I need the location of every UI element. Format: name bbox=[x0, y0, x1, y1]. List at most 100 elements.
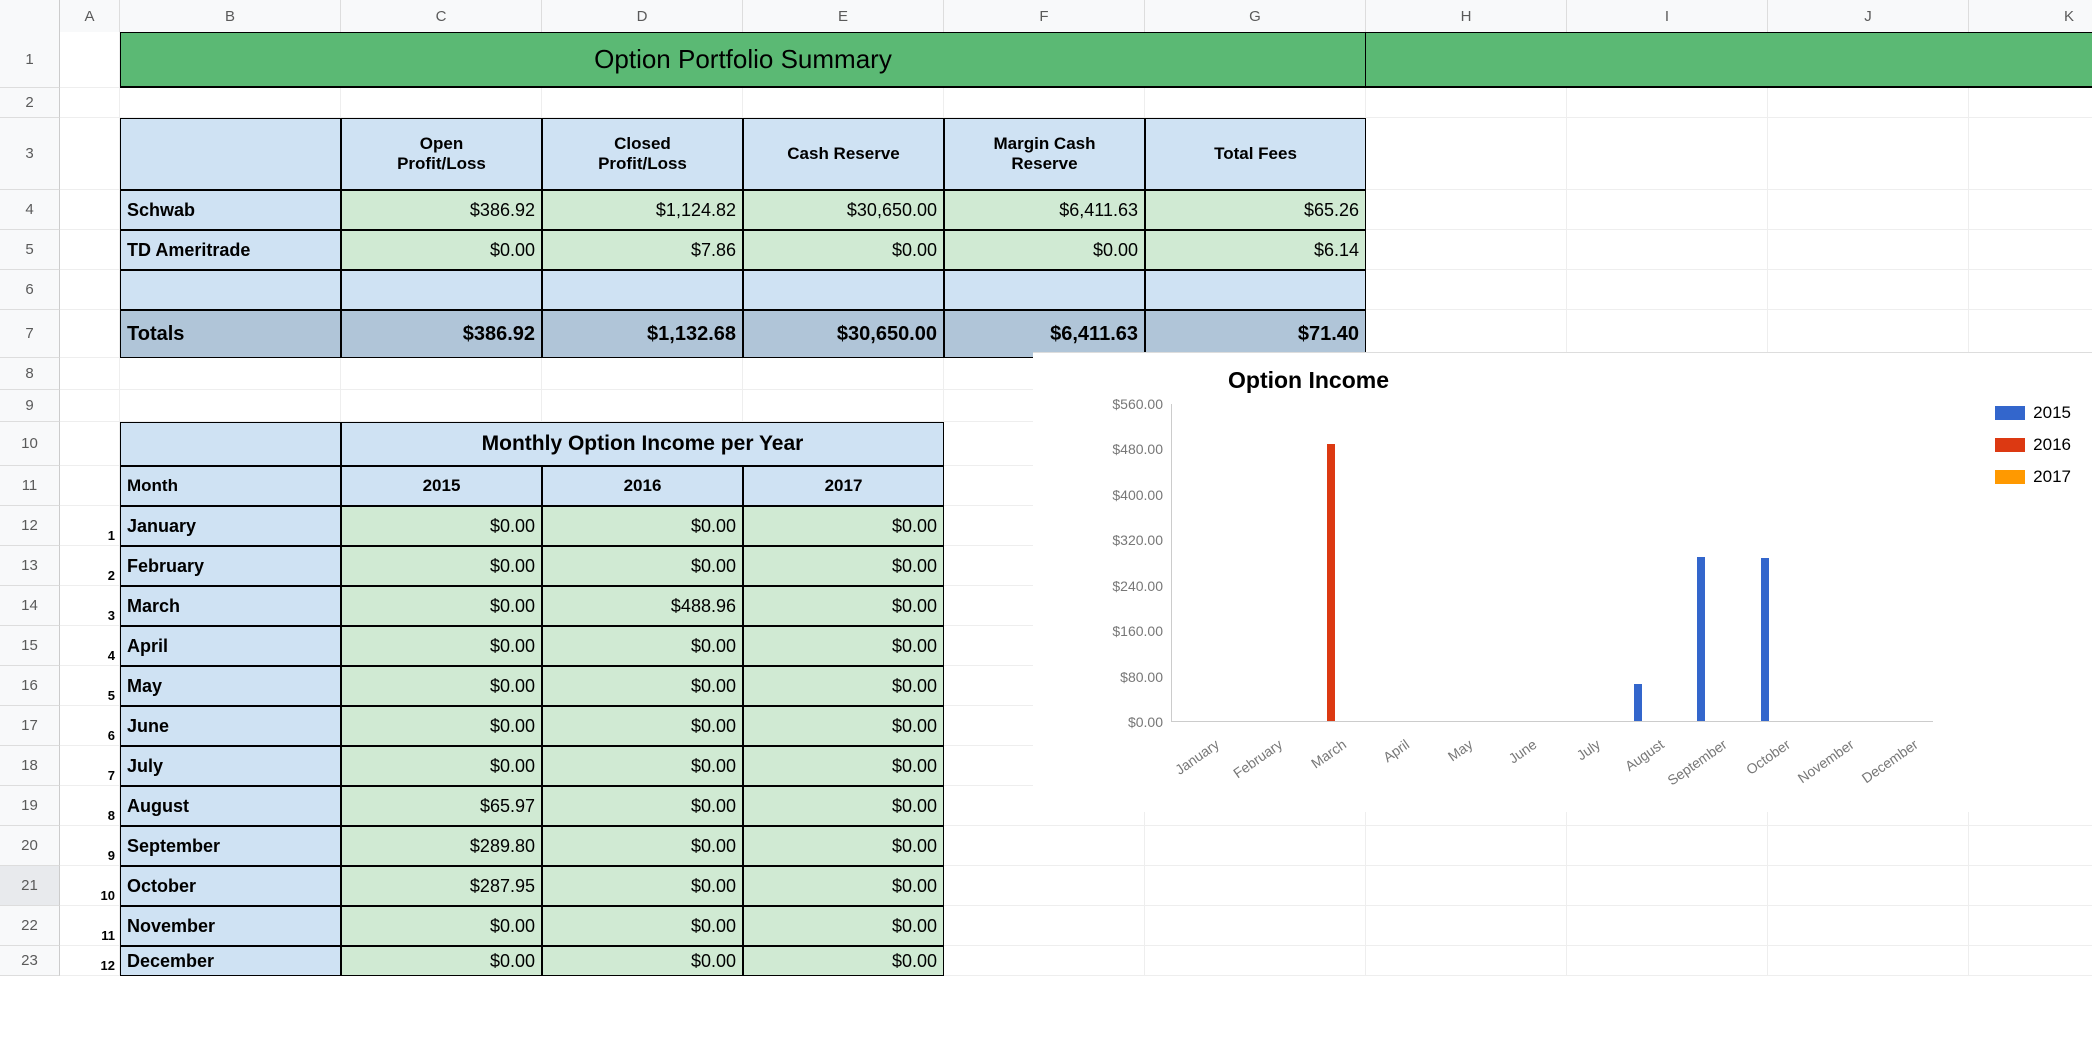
cell-C12[interactable]: $0.00 bbox=[341, 506, 542, 546]
cell-H2[interactable] bbox=[1366, 88, 1567, 118]
cell-H21[interactable] bbox=[1366, 866, 1567, 906]
cell-E19[interactable]: $0.00 bbox=[743, 786, 944, 826]
cell-B9[interactable] bbox=[120, 390, 341, 422]
cell-C10[interactable]: Monthly Option Income per Year bbox=[341, 422, 944, 466]
cell-G7[interactable]: $71.40 bbox=[1145, 310, 1366, 358]
cell-G20[interactable] bbox=[1145, 826, 1366, 866]
cell-B5[interactable]: TD Ameritrade bbox=[120, 230, 341, 270]
cell-G3[interactable]: Total Fees bbox=[1145, 118, 1366, 190]
row-header-20[interactable]: 20 bbox=[0, 826, 60, 866]
cell-D22[interactable]: $0.00 bbox=[542, 906, 743, 946]
row-header-14[interactable]: 14 bbox=[0, 586, 60, 626]
cell-J7[interactable] bbox=[1768, 310, 1969, 358]
cell-B23[interactable]: December bbox=[120, 946, 341, 976]
row-header-18[interactable]: 18 bbox=[0, 746, 60, 786]
cell-G21[interactable] bbox=[1145, 866, 1366, 906]
row-header-1[interactable]: 1 bbox=[0, 32, 60, 88]
row-header-7[interactable]: 7 bbox=[0, 310, 60, 358]
cell-K4[interactable] bbox=[1969, 190, 2092, 230]
cell-A12[interactable]: 1 bbox=[60, 506, 120, 546]
cell-B15[interactable]: April bbox=[120, 626, 341, 666]
cell-C4[interactable]: $386.92 bbox=[341, 190, 542, 230]
cell-A11[interactable] bbox=[60, 466, 120, 506]
cell-C16[interactable]: $0.00 bbox=[341, 666, 542, 706]
cell-B20[interactable]: September bbox=[120, 826, 341, 866]
cell-D12[interactable]: $0.00 bbox=[542, 506, 743, 546]
col-header-B[interactable]: B bbox=[120, 0, 341, 32]
col-header-K[interactable]: K bbox=[1969, 0, 2092, 32]
cell-G5[interactable]: $6.14 bbox=[1145, 230, 1366, 270]
cell-I21[interactable] bbox=[1567, 866, 1768, 906]
row-header-21[interactable]: 21 bbox=[0, 866, 60, 906]
cell-C13[interactable]: $0.00 bbox=[341, 546, 542, 586]
cell-C6[interactable] bbox=[341, 270, 542, 310]
cell-B4[interactable]: Schwab bbox=[120, 190, 341, 230]
cell-D5[interactable]: $7.86 bbox=[542, 230, 743, 270]
row-header-17[interactable]: 17 bbox=[0, 706, 60, 746]
cell-C19[interactable]: $65.97 bbox=[341, 786, 542, 826]
row-header-3[interactable]: 3 bbox=[0, 118, 60, 190]
cell-I4[interactable] bbox=[1567, 190, 1768, 230]
cell-H7[interactable] bbox=[1366, 310, 1567, 358]
cell-B17[interactable]: June bbox=[120, 706, 341, 746]
col-header-C[interactable]: C bbox=[341, 0, 542, 32]
row-header-15[interactable]: 15 bbox=[0, 626, 60, 666]
cell-B11[interactable]: Month bbox=[120, 466, 341, 506]
cell-H4[interactable] bbox=[1366, 190, 1567, 230]
cell-D14[interactable]: $488.96 bbox=[542, 586, 743, 626]
cell-D3[interactable]: ClosedProfit/Loss bbox=[542, 118, 743, 190]
cell-H20[interactable] bbox=[1366, 826, 1567, 866]
cell-B13[interactable]: February bbox=[120, 546, 341, 586]
cell-C21[interactable]: $287.95 bbox=[341, 866, 542, 906]
corner-cell[interactable] bbox=[0, 0, 60, 32]
cell-A15[interactable]: 4 bbox=[60, 626, 120, 666]
cell-E21[interactable]: $0.00 bbox=[743, 866, 944, 906]
cell-D8[interactable] bbox=[542, 358, 743, 390]
cell-I3[interactable] bbox=[1567, 118, 1768, 190]
row-header-13[interactable]: 13 bbox=[0, 546, 60, 586]
cell-F20[interactable] bbox=[944, 826, 1145, 866]
cell-D20[interactable]: $0.00 bbox=[542, 826, 743, 866]
cell-B1[interactable]: Option Portfolio Summary bbox=[120, 32, 1366, 88]
cell-E11[interactable]: 2017 bbox=[743, 466, 944, 506]
cell-D19[interactable]: $0.00 bbox=[542, 786, 743, 826]
cell-J21[interactable] bbox=[1768, 866, 1969, 906]
cell-D15[interactable]: $0.00 bbox=[542, 626, 743, 666]
cell-A1[interactable] bbox=[60, 32, 120, 88]
cell-B22[interactable]: November bbox=[120, 906, 341, 946]
cell-H22[interactable] bbox=[1366, 906, 1567, 946]
cell-K2[interactable] bbox=[1969, 88, 2092, 118]
col-header-I[interactable]: I bbox=[1567, 0, 1768, 32]
cell-J4[interactable] bbox=[1768, 190, 1969, 230]
cell-D4[interactable]: $1,124.82 bbox=[542, 190, 743, 230]
row-header-8[interactable]: 8 bbox=[0, 358, 60, 390]
cell-K5[interactable] bbox=[1969, 230, 2092, 270]
chart-option-income[interactable]: Option Income $560.00$480.00$400.00$320.… bbox=[1033, 352, 2092, 812]
cell-E3[interactable]: Cash Reserve bbox=[743, 118, 944, 190]
col-header-J[interactable]: J bbox=[1768, 0, 1969, 32]
cell-J5[interactable] bbox=[1768, 230, 1969, 270]
cell-E15[interactable]: $0.00 bbox=[743, 626, 944, 666]
cell-D11[interactable]: 2016 bbox=[542, 466, 743, 506]
cell-E5[interactable]: $0.00 bbox=[743, 230, 944, 270]
cell-A7[interactable] bbox=[60, 310, 120, 358]
cell-A21[interactable]: 10 bbox=[60, 866, 120, 906]
cell-F7[interactable]: $6,411.63 bbox=[944, 310, 1145, 358]
row-header-5[interactable]: 5 bbox=[0, 230, 60, 270]
cell-A19[interactable]: 8 bbox=[60, 786, 120, 826]
cell-D9[interactable] bbox=[542, 390, 743, 422]
cell-E7[interactable]: $30,650.00 bbox=[743, 310, 944, 358]
cell-C22[interactable]: $0.00 bbox=[341, 906, 542, 946]
cell-D17[interactable]: $0.00 bbox=[542, 706, 743, 746]
cell-J22[interactable] bbox=[1768, 906, 1969, 946]
cell-E23[interactable]: $0.00 bbox=[743, 946, 944, 976]
cell-B19[interactable]: August bbox=[120, 786, 341, 826]
cell-G2[interactable] bbox=[1145, 88, 1366, 118]
cell-B6[interactable] bbox=[120, 270, 341, 310]
cell-D13[interactable]: $0.00 bbox=[542, 546, 743, 586]
cell-C8[interactable] bbox=[341, 358, 542, 390]
row-header-6[interactable]: 6 bbox=[0, 270, 60, 310]
row-header-4[interactable]: 4 bbox=[0, 190, 60, 230]
cell-I6[interactable] bbox=[1567, 270, 1768, 310]
col-header-F[interactable]: F bbox=[944, 0, 1145, 32]
